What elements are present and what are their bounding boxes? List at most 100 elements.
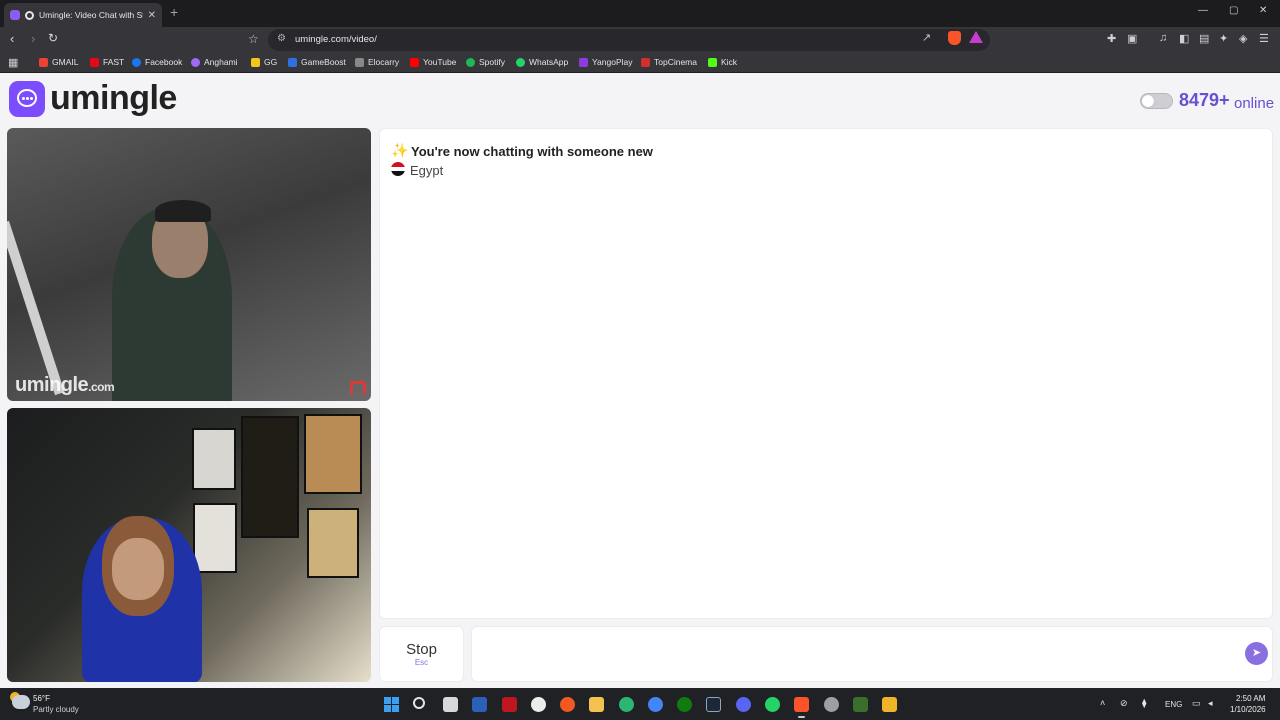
egypt-flag-icon <box>391 162 405 176</box>
report-flag-icon[interactable] <box>350 381 366 395</box>
window-close-button[interactable]: ✕ <box>1259 5 1267 16</box>
address-bar[interactable]: ⚙ umingle.com/video/ <box>268 29 990 51</box>
weather-temperature[interactable]: 56°F <box>33 694 50 703</box>
bookmark-elocarry[interactable]: Elocarry <box>355 57 399 67</box>
browser-tab[interactable]: Umingle: Video Chat with Strangers ✕ <box>4 3 162 27</box>
whatsapp-taskbar-icon[interactable] <box>765 697 780 712</box>
forward-icon[interactable]: › <box>31 31 35 46</box>
word-icon[interactable] <box>472 697 487 712</box>
windows-start-icon[interactable] <box>384 697 399 712</box>
clock-date[interactable]: 1/10/2026 <box>1230 705 1266 714</box>
volume-icon[interactable]: ◂ <box>1208 698 1213 709</box>
app-icon[interactable] <box>824 697 839 712</box>
recording-icon <box>25 10 34 20</box>
bookmark-icon[interactable]: ☆ <box>248 32 259 46</box>
online-count: 8479+ <box>1179 90 1230 110</box>
app-icon[interactable] <box>882 697 897 712</box>
bookmark-yangoplay[interactable]: YangoPlay <box>579 57 632 67</box>
search-icon[interactable] <box>413 697 425 709</box>
umingle-watermark: umingle.com <box>15 374 115 396</box>
bookmark-topcinema[interactable]: TopCinema <box>641 57 697 67</box>
media-icon[interactable]: ♫ <box>1159 32 1167 44</box>
vpn-icon[interactable]: ◈ <box>1239 32 1247 45</box>
self-video <box>7 408 371 682</box>
topcinema-icon <box>641 57 650 67</box>
umingle-page: umingle 8479+ online umingle.com ✨ You'r… <box>0 74 1280 688</box>
site-logo[interactable]: umingle <box>50 79 177 118</box>
stop-button[interactable]: Stop Esc <box>379 626 464 682</box>
theme-toggle[interactable] <box>1140 93 1173 109</box>
bookmark-youtube[interactable]: YouTube <box>410 57 456 67</box>
bookmark-fast[interactable]: FAST <box>90 57 124 67</box>
back-icon[interactable]: ‹ <box>10 31 14 46</box>
steam-icon[interactable] <box>706 697 721 712</box>
bookmark-spotify[interactable]: Spotify <box>466 57 505 67</box>
ea-icon[interactable] <box>560 697 575 712</box>
app-icon[interactable] <box>853 697 868 712</box>
brave-rewards-icon[interactable] <box>969 31 983 43</box>
obs-icon[interactable] <box>531 697 546 712</box>
extensions-icon[interactable]: ✚ <box>1107 32 1116 45</box>
clock-time[interactable]: 2:50 AM <box>1236 694 1265 703</box>
umingle-favicon-icon <box>10 10 20 20</box>
chrome-icon[interactable] <box>648 697 663 712</box>
yangoplay-icon <box>579 57 588 67</box>
wallet-icon[interactable]: ▤ <box>1199 32 1209 45</box>
umingle-logo-icon[interactable] <box>9 81 45 117</box>
site-info-icon[interactable]: ⚙ <box>277 33 286 44</box>
message-input[interactable] <box>471 626 1273 682</box>
discord-icon[interactable] <box>736 697 751 712</box>
menu-icon[interactable]: ☰ <box>1259 32 1269 45</box>
new-tab-button[interactable]: + <box>170 4 178 20</box>
language-indicator[interactable]: ENG <box>1165 700 1182 709</box>
bookmark-gameboost[interactable]: GameBoost <box>288 57 346 67</box>
fast-icon <box>90 57 99 67</box>
task-view-icon[interactable] <box>443 697 458 712</box>
youtube-icon <box>410 57 419 67</box>
apps-grid-icon[interactable]: ▦ <box>8 56 18 69</box>
xbox-icon[interactable] <box>677 697 692 712</box>
microphone-icon[interactable]: ⧫ <box>1142 698 1146 709</box>
address-url[interactable]: umingle.com/video/ <box>295 34 377 45</box>
windows-taskbar: 56°F Partly cloudy ˄ ⊘ ⧫ ENG ▭ ◂ 2:50 AM… <box>0 688 1280 720</box>
bookmark-anghami[interactable]: Anghami <box>191 57 238 67</box>
bookmarks-bar: ▦ GMAIL FAST Facebook Anghami GG GameBoo… <box>0 53 1280 73</box>
sparkle-icon: ✨ <box>391 142 409 158</box>
chat-log: ✨ You're now chatting with someone new E… <box>379 128 1273 619</box>
brave-shields-icon[interactable] <box>948 31 961 45</box>
anghami-icon <box>191 57 200 67</box>
reload-icon[interactable]: ↻ <box>48 31 58 45</box>
bookmark-gmail[interactable]: GMAIL <box>39 57 78 67</box>
maximize-button[interactable]: ▢ <box>1229 5 1238 16</box>
leo-ai-icon[interactable]: ✦ <box>1219 32 1228 45</box>
send-icon[interactable]: ➤ <box>1245 642 1268 665</box>
tab-title: Umingle: Video Chat with Strangers <box>39 10 143 20</box>
bookmark-whatsapp[interactable]: WhatsApp <box>516 57 568 67</box>
bookmark-gg[interactable]: GG <box>251 57 277 67</box>
elocarry-icon <box>355 57 364 67</box>
network-icon[interactable]: ⊘ <box>1120 698 1128 709</box>
bookmark-facebook[interactable]: Facebook <box>132 57 182 67</box>
browser-tab-strip: Umingle: Video Chat with Strangers ✕ + —… <box>0 0 1280 27</box>
stop-shortcut-hint: Esc <box>414 658 429 667</box>
bookmark-kick[interactable]: Kick <box>708 57 737 67</box>
tab-close-icon[interactable]: ✕ <box>148 10 156 21</box>
partner-country: Egypt <box>410 163 444 178</box>
spotify-icon <box>466 57 475 67</box>
tray-overflow-icon[interactable]: ˄ <box>1100 698 1105 708</box>
file-explorer-icon[interactable] <box>589 697 604 712</box>
minimize-button[interactable]: — <box>1198 5 1208 16</box>
sidebar-icon[interactable]: ◧ <box>1179 32 1189 45</box>
stop-label: Stop <box>406 641 437 658</box>
screenshot-icon[interactable]: ▣ <box>1127 32 1137 45</box>
weather-description[interactable]: Partly cloudy <box>33 705 79 714</box>
display-icon[interactable]: ▭ <box>1192 698 1201 709</box>
stranger-video: umingle.com <box>7 128 371 401</box>
browser-toolbar: ‹ › ↻ ☆ ⚙ umingle.com/video/ ↗ ✚ ▣ ♫ ◧ ▤… <box>0 27 1280 53</box>
cloud-icon <box>12 695 30 709</box>
app-icon[interactable] <box>619 697 634 712</box>
gmail-icon <box>39 57 48 67</box>
brave-taskbar-icon[interactable] <box>794 697 809 718</box>
netflix-icon[interactable] <box>502 697 517 712</box>
share-icon[interactable]: ↗ <box>922 31 931 44</box>
